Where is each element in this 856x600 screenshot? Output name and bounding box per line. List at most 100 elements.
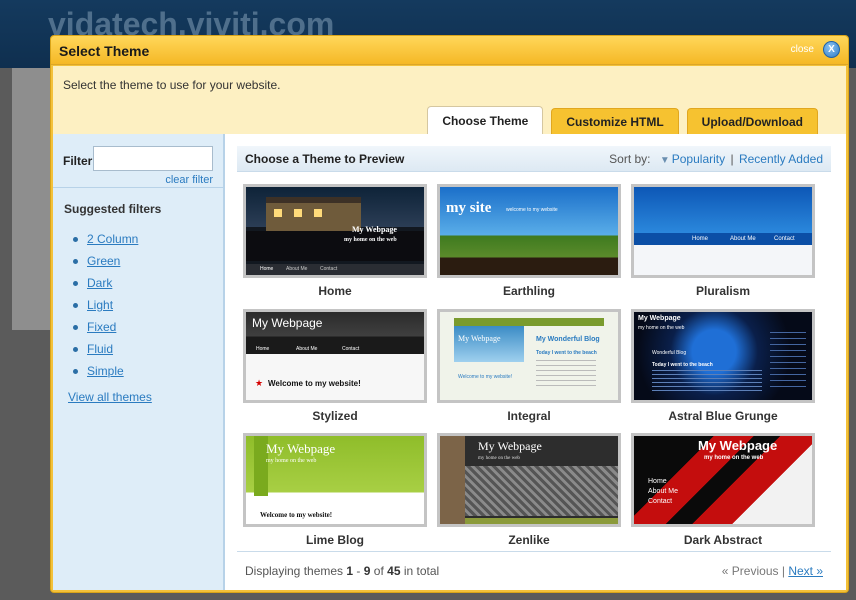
thumb-nav-item: Contact (774, 236, 795, 242)
select-theme-dialog: Select Theme close X Select the theme to… (50, 35, 849, 593)
theme-thumbnail[interactable]: Home About Me Contact (631, 184, 815, 278)
filter-input[interactable] (93, 146, 213, 171)
suggested-filters-list: 2 Column Green Dark Light Fixed Fluid Si… (73, 228, 138, 382)
thumb-title: My Webpage (458, 334, 501, 343)
theme-thumbnail[interactable]: My Webpage my home on the web Welcome to… (243, 433, 427, 527)
thumb-navbar (454, 318, 604, 326)
theme-thumbnail[interactable]: my site welcome to my website (437, 184, 621, 278)
sort-arrow-down-icon: ▼ (659, 155, 670, 166)
thumb-nav-item: Contact (342, 346, 360, 352)
filter-item-fluid: Fluid (73, 338, 138, 360)
theme-thumbnail[interactable]: My Webpage Home About Me Contact ★ Welco… (243, 309, 427, 403)
tab-choose-theme[interactable]: Choose Theme (427, 106, 544, 134)
theme-name[interactable]: Dark Abstract (631, 533, 815, 547)
thumb-title: My Webpage (352, 225, 397, 234)
thumb-heading: Wonderful Blog (652, 350, 687, 356)
thumb-nav-item: Home (256, 346, 270, 352)
thumb-nav-item: Contact (648, 498, 673, 505)
theme-card-lime-blog[interactable]: My Webpage my home on the web Welcome to… (243, 433, 427, 547)
thumb-subtitle: my home on the web (478, 456, 520, 461)
view-all-themes-link[interactable]: View all themes (68, 390, 152, 404)
bullet-icon (73, 347, 78, 353)
thumb-nav-item: About Me (296, 346, 318, 352)
thumb-sidebar-lines (770, 332, 806, 392)
theme-browser: Choose a Theme to Preview Sort by: ▼ Popu… (237, 146, 831, 586)
tab-customize-html[interactable]: Customize HTML (551, 108, 679, 134)
theme-name[interactable]: Stylized (243, 409, 427, 423)
filter-link-light[interactable]: Light (87, 298, 113, 312)
theme-name[interactable]: Zenlike (437, 533, 621, 547)
theme-thumbnail[interactable]: My Webpage My Wonderful Blog Today I wen… (437, 309, 621, 403)
theme-card-zenlike[interactable]: My Webpage my home on the web Zenlike (437, 433, 621, 547)
thumb-window (314, 209, 322, 217)
thumb-text-lines (536, 360, 596, 390)
theme-card-stylized[interactable]: My Webpage Home About Me Contact ★ Welco… (243, 309, 427, 423)
thumb-subtitle: my home on the web (266, 458, 317, 464)
theme-card-astral-blue-grunge[interactable]: My Webpage my home on the web Wonderful … (631, 309, 815, 423)
filter-link-2-column[interactable]: 2 Column (87, 232, 138, 246)
thumb-title: My Webpage (638, 315, 681, 322)
thumb-navbar (465, 518, 618, 524)
theme-thumbnail[interactable]: My Webpage my home on the web (437, 433, 621, 527)
thumb-body: Welcome to my website! (260, 511, 333, 519)
theme-card-earthling[interactable]: my site welcome to my website Earthling (437, 184, 621, 298)
filter-link-dark[interactable]: Dark (87, 276, 112, 290)
thumb-ground (246, 231, 424, 261)
clear-filter-link[interactable]: clear filter (165, 174, 213, 186)
star-icon: ★ (255, 378, 264, 388)
theme-name[interactable]: Earthling (437, 284, 621, 298)
theme-name[interactable]: Lime Blog (243, 533, 427, 547)
theme-name[interactable]: Integral (437, 409, 621, 423)
dialog-titlebar: Select Theme close X (51, 36, 848, 65)
theme-browser-title: Choose a Theme to Preview (245, 152, 405, 166)
theme-card-dark-abstract[interactable]: My Webpage my home on the web Home About… (631, 433, 815, 547)
result-prefix: Displaying themes (245, 564, 344, 578)
dialog-body: Filter clear filter Suggested filters 2 … (53, 134, 846, 590)
filter-link-fluid[interactable]: Fluid (87, 342, 113, 356)
thumb-window (274, 209, 282, 217)
theme-card-pluralism[interactable]: Home About Me Contact Pluralism (631, 184, 815, 298)
close-link[interactable]: close (791, 44, 814, 55)
next-link[interactable]: Next » (788, 564, 823, 578)
thumb-nav-item: About Me (286, 266, 308, 272)
close-icon[interactable]: X (823, 41, 840, 58)
theme-name[interactable]: Home (243, 284, 427, 298)
thumb-nav-item: Home (260, 266, 274, 272)
thumb-title: My Webpage (698, 438, 778, 453)
theme-name[interactable]: Astral Blue Grunge (631, 409, 815, 423)
bullet-icon (73, 303, 78, 309)
theme-thumbnail[interactable]: My Webpage my home on the web Wonderful … (631, 309, 815, 403)
sort-controls: Sort by: ▼ Popularity | Recently Added (609, 152, 823, 166)
theme-card-home[interactable]: My Webpage my home on the web Home About… (243, 184, 427, 298)
bullet-icon (73, 259, 78, 265)
thumb-window (294, 209, 302, 217)
thumb-post-title: Today I went to the beach (652, 362, 713, 368)
theme-card-integral[interactable]: My Webpage My Wonderful Blog Today I wen… (437, 309, 621, 423)
theme-browser-header: Choose a Theme to Preview Sort by: ▼ Popu… (237, 146, 831, 172)
filter-link-green[interactable]: Green (87, 254, 120, 268)
thumb-nav-item: Home (692, 236, 709, 242)
filter-item-fixed: Fixed (73, 316, 138, 338)
theme-thumbnail[interactable]: My Webpage my home on the web Home About… (243, 184, 427, 278)
sort-popularity-link[interactable]: Popularity (672, 152, 725, 166)
filter-link-fixed[interactable]: Fixed (87, 320, 116, 334)
bullet-icon (73, 325, 78, 331)
sort-label: Sort by: (609, 152, 651, 166)
dialog-title: Select Theme (59, 43, 150, 59)
thumb-subtitle: my home on the web (704, 455, 764, 461)
tab-upload-download[interactable]: Upload/Download (686, 108, 818, 134)
bullet-icon (73, 369, 78, 375)
sort-separator: | (730, 152, 734, 166)
thumb-text-lines (652, 370, 762, 394)
thumb-body: Welcome to my website! (268, 379, 361, 388)
result-to: 9 (363, 564, 371, 578)
thumb-title: My Webpage (252, 316, 323, 330)
theme-name[interactable]: Pluralism (631, 284, 815, 298)
previous-link: « Previous (721, 564, 779, 578)
thumb-post-title: Today I went to the beach (536, 350, 597, 356)
theme-thumbnail[interactable]: My Webpage my home on the web Home About… (631, 433, 815, 527)
thumb-nav-item: About Me (648, 488, 678, 495)
filter-link-simple[interactable]: Simple (87, 364, 124, 378)
thumb-title: My Webpage (266, 441, 336, 456)
sort-recently-added-link[interactable]: Recently Added (739, 152, 823, 166)
